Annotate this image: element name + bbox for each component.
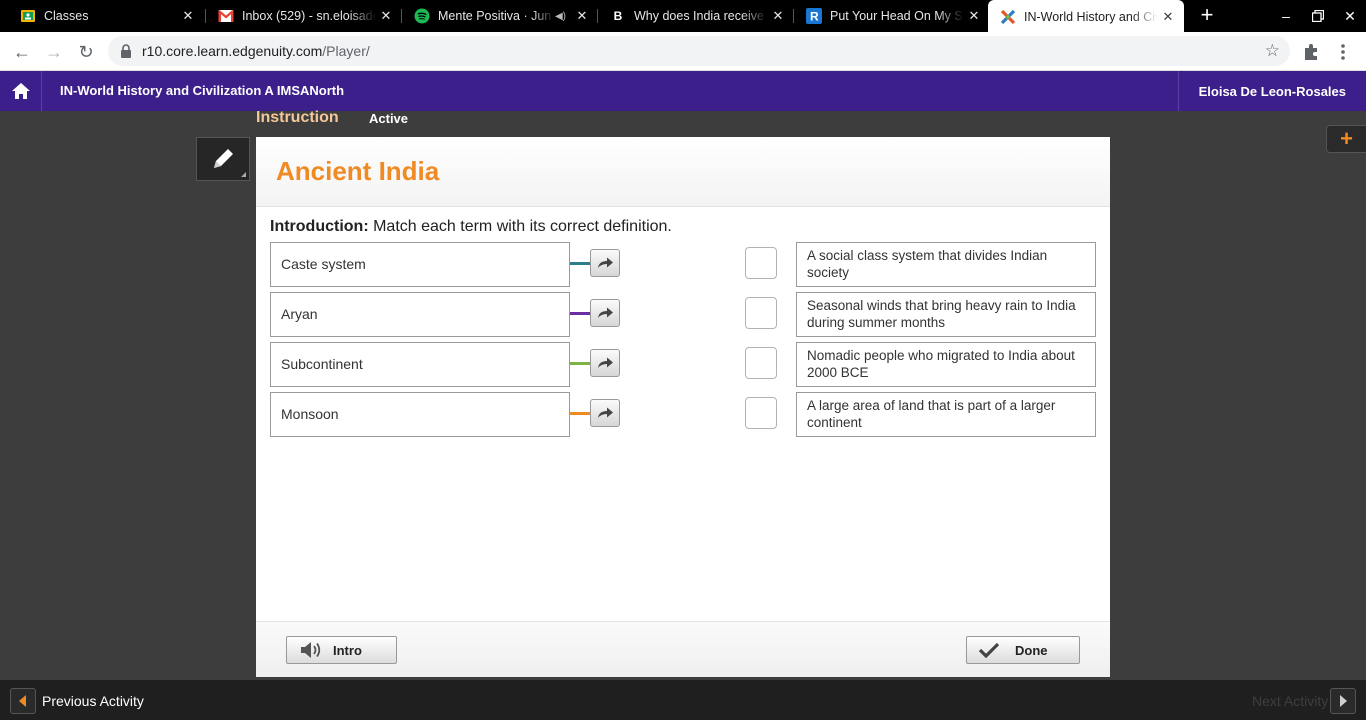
tab-title: Inbox (529) - sn.eloisade [242, 9, 376, 23]
brainly-icon: B [613, 9, 623, 23]
connector-line [570, 262, 590, 265]
match-arrow-button[interactable] [590, 299, 620, 327]
intro-button-label: Intro [333, 642, 362, 658]
term-label: Subcontinent [281, 356, 363, 372]
bookmark-star-icon[interactable]: ☆ [1265, 41, 1280, 61]
kebab-menu-icon[interactable] [1340, 42, 1346, 62]
close-icon[interactable]: ✕ [376, 6, 396, 26]
term-card[interactable]: Caste system [270, 242, 570, 287]
previous-activity-label[interactable]: Previous Activity [42, 693, 144, 709]
course-title: IN-World History and Civilization A IMSA… [60, 83, 345, 98]
close-icon[interactable]: ✕ [768, 6, 788, 26]
app-header: IN-World History and Civilization A IMSA… [0, 71, 1366, 111]
user-menu[interactable]: Eloisa De Leon-Rosales [1178, 71, 1366, 111]
tab-brainly[interactable]: B Why does India receive m ✕ [598, 0, 794, 32]
tab-spotify[interactable]: Mente Positiva · Jun ◀) ✕ [402, 0, 598, 32]
term-label: Caste system [281, 256, 366, 272]
tab-title: Put Your Head On My Sh [830, 9, 964, 23]
match-arrow-button[interactable] [590, 399, 620, 427]
curved-arrow-icon [598, 307, 613, 318]
close-icon[interactable]: ✕ [1158, 7, 1178, 27]
match-arrow-button[interactable] [590, 249, 620, 277]
close-icon[interactable]: ✕ [572, 6, 592, 26]
close-icon[interactable]: ✕ [178, 6, 198, 26]
reload-icon[interactable]: ↻ [74, 40, 98, 64]
definition-card: A large area of land that is part of a l… [796, 392, 1096, 437]
previous-activity-button[interactable] [10, 688, 36, 714]
browser-tab-strip: Classes ✕ Inbox (529) - sn.eloisade ✕ Me… [0, 0, 1366, 33]
next-activity-button[interactable] [1330, 688, 1356, 714]
term-card[interactable]: Subcontinent [270, 342, 570, 387]
r-icon: R [806, 8, 822, 24]
close-window-icon[interactable]: ✕ [1340, 6, 1360, 26]
svg-text:R: R [810, 10, 819, 24]
definition-card: Seasonal winds that bring heavy rain to … [796, 292, 1096, 337]
match-target-box[interactable] [745, 297, 777, 329]
term-label: Aryan [281, 306, 318, 322]
activity-panel: Ancient India Introduction: Match each t… [256, 137, 1110, 677]
pencil-icon [214, 149, 233, 168]
tab-gmail[interactable]: Inbox (529) - sn.eloisade ✕ [206, 0, 402, 32]
match-target-box[interactable] [745, 397, 777, 429]
speaker-icon [301, 642, 321, 658]
intro-button[interactable]: Intro [286, 636, 397, 664]
connector-line [570, 412, 590, 415]
address-bar[interactable]: r10.core.learn.edgenuity.com/Player/ ☆ [108, 36, 1290, 66]
tab-title: Classes [44, 9, 89, 23]
tab-edgenuity[interactable]: IN-World History and Civ ✕ [988, 0, 1184, 33]
google-classroom-icon [20, 8, 36, 24]
term-label: Monsoon [281, 406, 339, 422]
done-button[interactable]: Done [966, 636, 1080, 664]
forward-icon[interactable]: → [42, 40, 66, 64]
gmail-icon [218, 8, 234, 24]
checkmark-icon [979, 642, 999, 658]
tab-title: Mente Positiva · Jun [438, 9, 552, 23]
chevron-left-icon [19, 695, 26, 707]
restore-icon[interactable] [1308, 6, 1328, 26]
activity-title: Ancient India [276, 156, 440, 186]
match-target-box[interactable] [745, 347, 777, 379]
user-name: Eloisa De Leon-Rosales [1198, 83, 1346, 99]
url-text: r10.core.learn.edgenuity.com/Player/ [142, 43, 370, 59]
curved-arrow-icon [598, 407, 613, 418]
term-card[interactable]: Monsoon [270, 392, 570, 437]
speaker-icon[interactable]: ◀) [555, 11, 566, 22]
home-icon [11, 83, 30, 99]
new-tab-button[interactable]: + [1196, 4, 1218, 28]
minimize-icon[interactable]: – [1276, 6, 1296, 26]
connector-line [570, 362, 590, 365]
edgenuity-icon [1000, 9, 1016, 25]
tab-song[interactable]: R Put Your Head On My Sh ✕ [794, 0, 990, 32]
curved-arrow-icon [598, 257, 613, 268]
tab-title: Why does India receive m [634, 9, 768, 23]
curved-arrow-icon [598, 357, 613, 368]
notes-button[interactable] [196, 137, 250, 181]
activity-footer: Intro Done [256, 621, 1110, 677]
close-icon[interactable]: ✕ [964, 6, 984, 26]
section-label: Instruction [256, 109, 339, 126]
expand-plus-button[interactable]: + [1326, 125, 1366, 153]
term-card[interactable]: Aryan [270, 292, 570, 337]
back-icon[interactable]: ← [10, 40, 34, 64]
lock-icon [121, 44, 131, 58]
activity-nav-bar: Previous Activity Next Activity [0, 680, 1366, 720]
definition-card: Nomadic people who migrated to India abo… [796, 342, 1096, 387]
tab-title: IN-World History and Civ [1024, 9, 1158, 24]
match-arrow-button[interactable] [590, 349, 620, 377]
status-label: Active [369, 111, 409, 126]
extensions-puzzle-icon[interactable] [1302, 42, 1322, 62]
tab-classes[interactable]: Classes ✕ [8, 0, 204, 32]
definition-card: A social class system that divides India… [796, 242, 1096, 287]
instructions: Introduction: Match each term with its c… [270, 218, 672, 235]
spotify-icon [414, 8, 430, 24]
connector-line [570, 312, 590, 315]
next-activity-label: Next Activity [1252, 693, 1329, 709]
home-button[interactable] [0, 71, 42, 111]
match-target-box[interactable] [745, 247, 777, 279]
chevron-right-icon [1340, 695, 1347, 707]
browser-toolbar: ← → ↻ r10.core.learn.edgenuity.com/Playe… [0, 32, 1366, 71]
done-button-label: Done [1015, 642, 1048, 658]
plus-icon: + [1340, 126, 1353, 151]
activity-header: Ancient India [256, 137, 1110, 207]
